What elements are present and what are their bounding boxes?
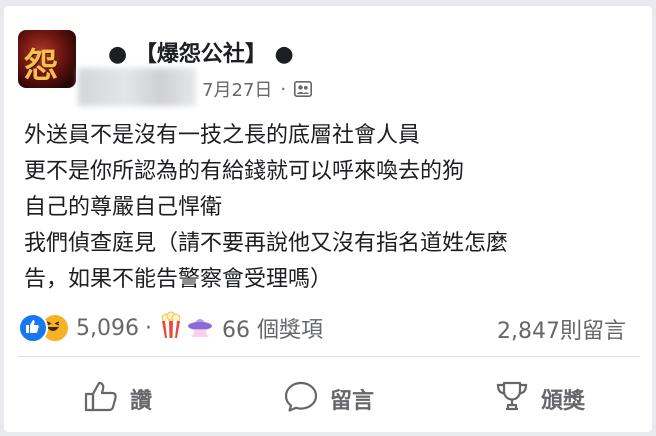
post-date[interactable]: 7月27日	[202, 76, 272, 102]
blurred-author-name	[78, 68, 196, 106]
stats-separator: ·	[144, 315, 152, 341]
post-card: 怨公 ● 【爆怨公社】 ● 7月27日 · 外送員不是沒有一技之長的底層社會人員…	[4, 6, 652, 432]
post-line: 自己的尊嚴自己悍衛	[24, 195, 223, 220]
reaction-count[interactable]: 5,096	[76, 316, 139, 341]
award-button[interactable]: 頒獎	[440, 374, 640, 424]
awards-count[interactable]: 66 個獎項	[222, 312, 323, 344]
meta-separator: ·	[280, 78, 287, 100]
award-label: 頒獎	[540, 389, 585, 414]
page-name[interactable]: ● 【爆怨公社】 ●	[108, 36, 294, 68]
post-actions: 讚 留言 頒獎	[18, 370, 640, 428]
like-reaction-icon[interactable]	[18, 313, 48, 343]
post-line: 外送員不是沒有一技之長的底層社會人員	[24, 123, 421, 148]
speech-bubble-icon	[284, 380, 330, 418]
reaction-bar: 5,096 · 66 個獎項 2,847則留言	[18, 311, 638, 345]
post-meta: 7月27日 ·	[202, 76, 313, 102]
post-line: 我們偵查庭見（請不要再說他又沒有指名道姓怎麼	[24, 231, 509, 256]
post-line: 告，如果不能告警察會受理嗎）	[24, 267, 333, 292]
thumbs-up-icon	[84, 380, 130, 418]
comment-label: 留言	[329, 389, 374, 414]
group-icon	[294, 81, 313, 97]
comments-count[interactable]: 2,847則留言	[497, 313, 626, 345]
actions-divider	[18, 356, 640, 357]
page-avatar[interactable]: 怨公	[18, 30, 76, 88]
like-label: 讚	[129, 389, 152, 414]
popcorn-award-icon[interactable]	[158, 311, 184, 345]
post-body: 外送員不是沒有一技之長的底層社會人員 更不是你所認為的有給錢就可以呼來喚去的狗 …	[24, 118, 644, 298]
ufo-award-icon[interactable]	[186, 312, 214, 344]
comment-button[interactable]: 留言	[229, 374, 429, 424]
trophy-icon	[495, 380, 541, 418]
like-button[interactable]: 讚	[18, 374, 218, 424]
avatar-logo: 怨公	[24, 46, 58, 86]
post-line: 更不是你所認為的有給錢就可以呼來喚去的狗	[24, 159, 465, 184]
